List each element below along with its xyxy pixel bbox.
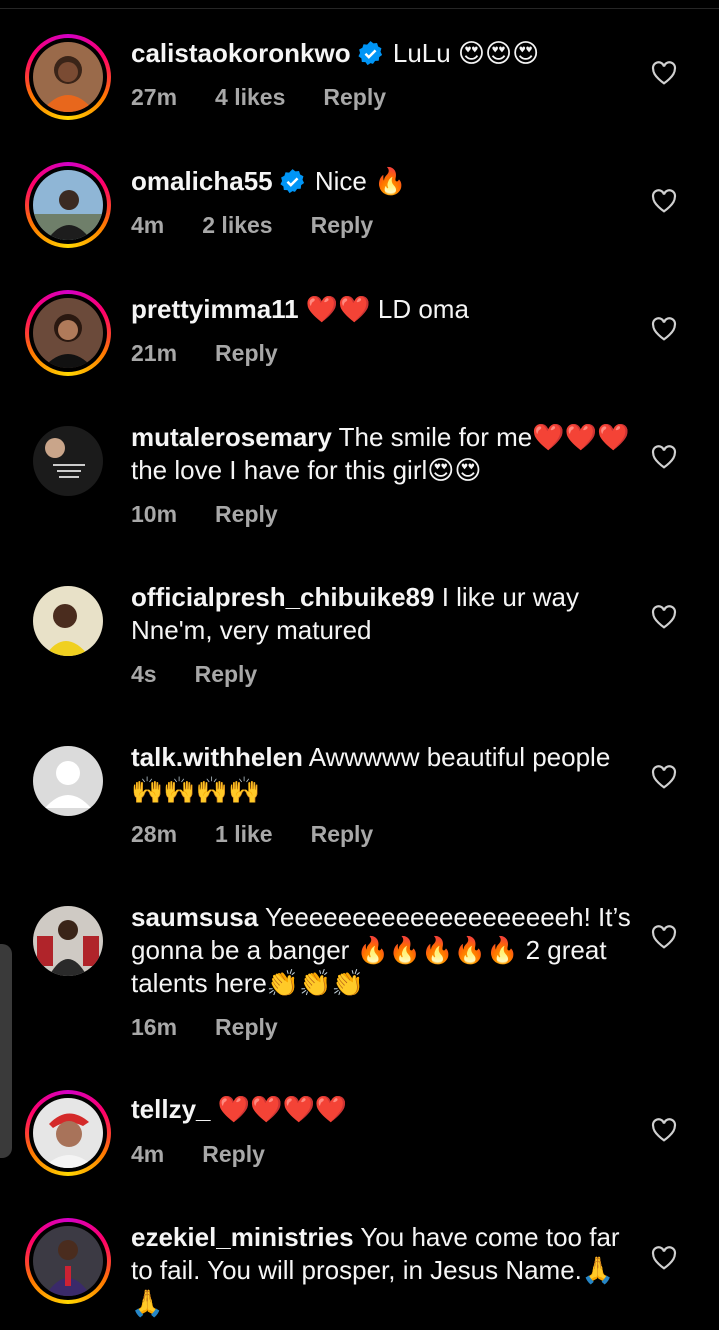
- comment-time: 27m: [131, 84, 178, 110]
- comment-username[interactable]: calistaokoronkwo: [131, 38, 351, 68]
- verified-badge-icon: [280, 169, 304, 194]
- heart-outline-icon[interactable]: [651, 61, 677, 85]
- avatar[interactable]: [25, 34, 111, 120]
- heart-outline-icon[interactable]: [651, 189, 677, 213]
- reply-button[interactable]: Reply: [311, 212, 374, 238]
- avatar[interactable]: [25, 898, 111, 984]
- avatar[interactable]: [25, 1090, 111, 1176]
- comment-likes[interactable]: 4 likes: [215, 84, 285, 110]
- top-divider: [0, 8, 719, 9]
- avatar[interactable]: [25, 738, 111, 824]
- comment-username[interactable]: omalicha55: [131, 166, 273, 196]
- scrollbar[interactable]: [0, 944, 12, 1158]
- heart-outline-icon[interactable]: [651, 605, 677, 629]
- avatar[interactable]: [25, 578, 111, 664]
- comment-text: LuLu 😍😍😍: [392, 38, 540, 68]
- comment-text: Nice 🔥: [314, 166, 407, 196]
- avatar[interactable]: [25, 290, 111, 376]
- comment-likes[interactable]: 2 likes: [202, 212, 272, 238]
- comment-time: 4m: [131, 1141, 165, 1167]
- verified-badge-icon: [358, 41, 382, 66]
- reply-button[interactable]: Reply: [323, 84, 386, 110]
- comment-time: 10m: [131, 501, 178, 527]
- heart-outline-icon[interactable]: [651, 1246, 677, 1270]
- reply-button[interactable]: Reply: [311, 821, 374, 847]
- comment-text: ❤️❤️ LD oma: [305, 294, 469, 324]
- avatar[interactable]: [25, 1218, 111, 1304]
- avatar[interactable]: [25, 418, 111, 504]
- reply-button[interactable]: Reply: [215, 501, 278, 527]
- comment-username[interactable]: tellzy_: [131, 1094, 211, 1124]
- comment-username[interactable]: mutalerosemary: [131, 422, 332, 452]
- comment-time: 16m: [131, 1014, 178, 1040]
- comment-time: 4s: [131, 661, 157, 687]
- reply-button[interactable]: Reply: [195, 661, 258, 687]
- heart-outline-icon[interactable]: [651, 317, 677, 341]
- comment-text: ❤️❤️❤️❤️: [217, 1094, 348, 1124]
- comment-likes[interactable]: 1 like: [215, 821, 273, 847]
- comment-username[interactable]: talk.withhelen: [131, 742, 303, 772]
- comment-username[interactable]: prettyimma11: [131, 294, 299, 324]
- reply-button[interactable]: Reply: [215, 340, 278, 366]
- heart-outline-icon[interactable]: [651, 925, 677, 949]
- heart-outline-icon[interactable]: [651, 1118, 677, 1142]
- heart-outline-icon[interactable]: [651, 445, 677, 469]
- comment-time: 4m: [131, 212, 165, 238]
- comment-time: 21m: [131, 340, 178, 366]
- comment-username[interactable]: ezekiel_ministries: [131, 1222, 354, 1252]
- reply-button[interactable]: Reply: [202, 1141, 265, 1167]
- comment-username[interactable]: officialpresh_chibuike89: [131, 582, 434, 612]
- reply-button[interactable]: Reply: [215, 1014, 278, 1040]
- comment-username[interactable]: saumsusa: [131, 902, 258, 932]
- avatar[interactable]: [25, 162, 111, 248]
- heart-outline-icon[interactable]: [651, 765, 677, 789]
- comment-time: 28m: [131, 821, 178, 847]
